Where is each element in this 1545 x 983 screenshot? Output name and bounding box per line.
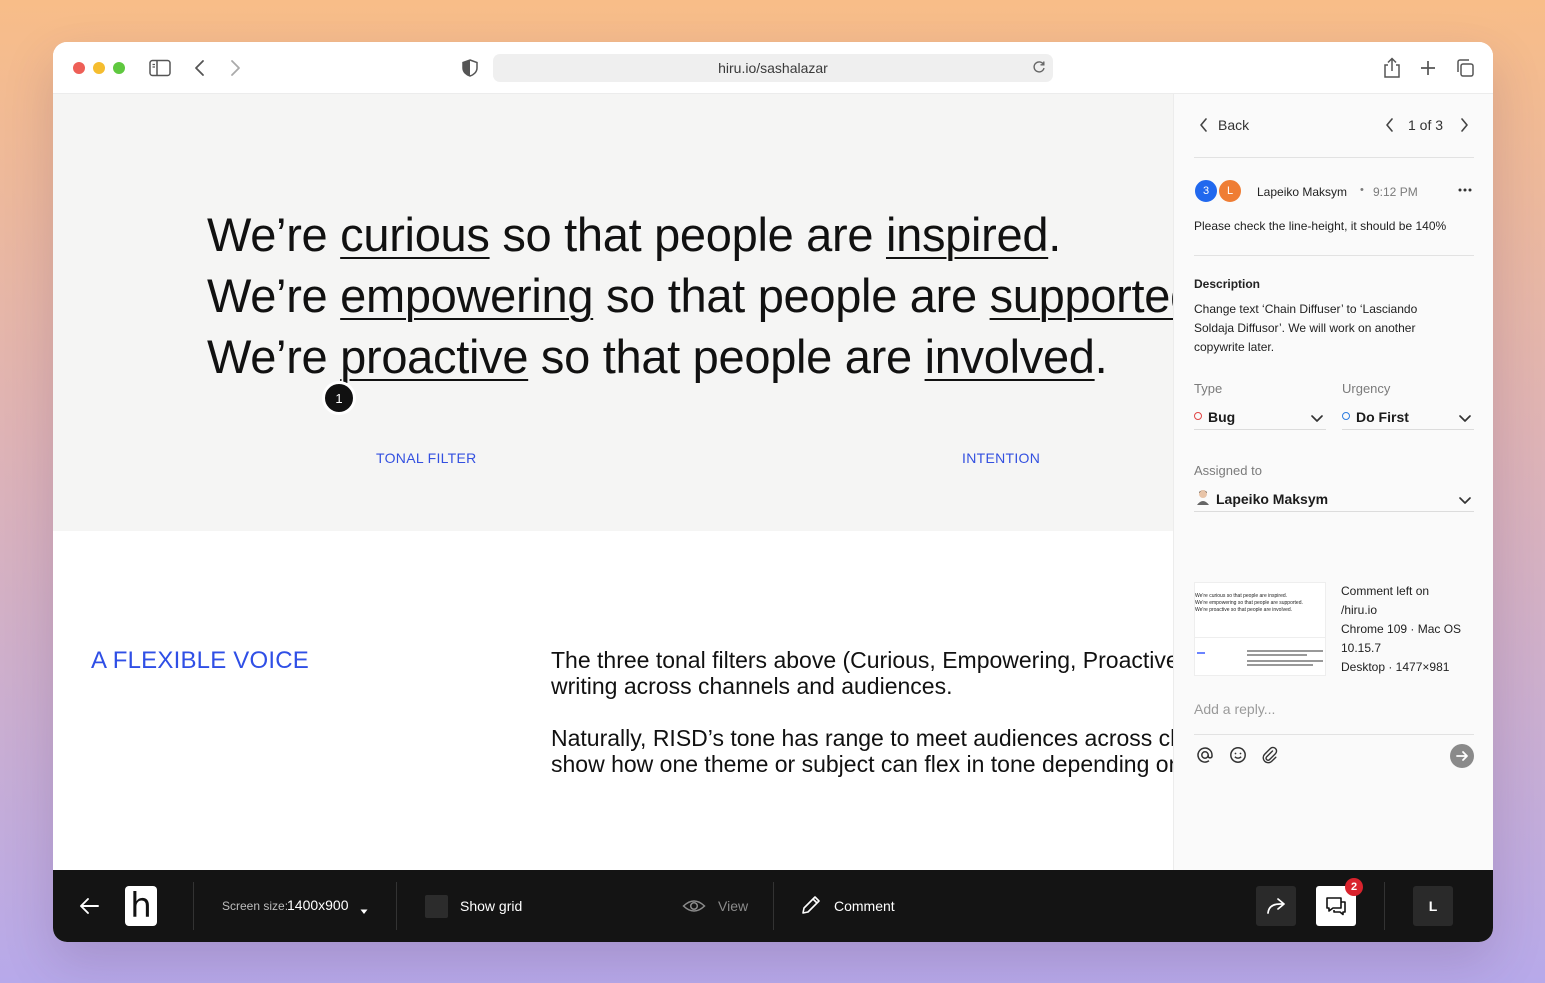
meta-bullet: •: [1360, 184, 1364, 196]
author-avatar: L: [1217, 178, 1243, 204]
close-window-button[interactable]: [73, 62, 85, 74]
type-select[interactable]: Bug: [1194, 402, 1326, 430]
comment-text: Please check the line-height, it should …: [1194, 219, 1447, 233]
comment-mode-label[interactable]: Comment: [834, 898, 895, 914]
back-icon[interactable]: [188, 56, 212, 80]
divider: [1194, 734, 1474, 735]
previous-comment-icon[interactable]: [1384, 117, 1396, 138]
thumbnail-text: We're curious so that people are inspire…: [1195, 593, 1303, 613]
meta-line: /hiru.io: [1341, 603, 1378, 617]
tonal-statements: We’re curious so that people are inspire…: [207, 204, 1173, 387]
statement-line: We’re empowering so that people are supp…: [207, 269, 1173, 322]
intention-label: INTENTION: [962, 450, 1041, 466]
reply-input[interactable]: Add a reply...: [1194, 701, 1275, 717]
meta-line: 10.15.7: [1341, 641, 1382, 655]
divider: [193, 882, 194, 930]
type-value: Bug: [1208, 409, 1236, 425]
divider: [1194, 255, 1474, 256]
paragraph-line: The three tonal filters above (Curious, …: [551, 647, 1173, 673]
assigned-label: Assigned to: [1194, 463, 1262, 478]
hero-section: We’re curious so that people are inspire…: [53, 94, 1173, 531]
zoom-window-button[interactable]: [113, 62, 125, 74]
description-line: Soldaja Diffusor’. We will work on anoth…: [1194, 321, 1416, 335]
bug-status-icon: [1194, 412, 1202, 420]
arrow-right-icon: [1456, 751, 1468, 761]
urgency-status-icon: [1342, 412, 1350, 420]
urgency-label: Urgency: [1342, 381, 1391, 396]
urgency-value: Do First: [1356, 409, 1409, 425]
divider: [1384, 882, 1385, 930]
attachment-icon[interactable]: [1261, 746, 1279, 769]
comment-author: Lapeiko Maksym: [1257, 185, 1348, 199]
forward-share-icon: [1267, 898, 1285, 914]
exit-arrow-icon[interactable]: [78, 895, 100, 922]
next-comment-icon[interactable]: [1458, 117, 1470, 138]
shield-icon[interactable]: [458, 56, 482, 80]
caret-down-icon[interactable]: [360, 902, 368, 920]
assignee-select[interactable]: Lapeiko Maksym: [1194, 484, 1474, 512]
assignee-avatar: [1196, 489, 1210, 510]
share-button[interactable]: [1256, 886, 1296, 926]
eye-icon[interactable]: [682, 896, 706, 921]
share-icon[interactable]: [1380, 56, 1404, 80]
tabs-overview-icon[interactable]: [1453, 56, 1477, 80]
paragraph-line: Naturally, RISD’s tone has range to meet…: [551, 725, 1173, 751]
comment-panel: Back 1 of 3 3 L Lapeiko Maksym • 9:12 PM…: [1173, 94, 1493, 870]
thumbnail-lower: [1195, 637, 1325, 675]
mention-icon[interactable]: [1196, 746, 1214, 769]
paragraph-line: writing across channels and audiences.: [551, 673, 953, 699]
description-line: copywrite later.: [1194, 340, 1275, 354]
paragraph-line: show how one theme or subject can flex i…: [551, 751, 1173, 777]
divider: [773, 882, 774, 930]
forward-icon[interactable]: [223, 56, 247, 80]
pencil-icon[interactable]: [800, 894, 822, 921]
emoji-icon[interactable]: [1229, 746, 1247, 769]
user-avatar-button[interactable]: L: [1413, 886, 1453, 926]
browser-toolbar: hiru.io/sashalazar: [53, 42, 1493, 94]
page-thumbnail[interactable]: We're curious so that people are inspire…: [1194, 582, 1326, 676]
chevron-down-icon: [1310, 411, 1324, 429]
section-title: A FLEXIBLE VOICE: [91, 647, 309, 674]
meta-line: Desktop · 1477×981: [1341, 660, 1450, 674]
more-options-icon[interactable]: [1457, 182, 1473, 203]
show-grid-label[interactable]: Show grid: [460, 898, 522, 914]
participants-count-avatar: 3: [1193, 178, 1219, 204]
send-reply-button[interactable]: [1450, 744, 1474, 768]
chevron-down-icon: [1458, 411, 1472, 429]
sidebar-toggle-icon[interactable]: [148, 56, 172, 80]
show-grid-checkbox[interactable]: [425, 895, 448, 918]
description-line: Change text ‘Chain Diffuser’ to ‘Lascian…: [1194, 302, 1418, 316]
flexible-voice-section: A FLEXIBLE VOICE The three tonal filters…: [53, 531, 1173, 870]
screen-size-value[interactable]: 1400x900: [287, 897, 349, 913]
urgency-select[interactable]: Do First: [1342, 402, 1474, 430]
app-logo[interactable]: h: [125, 886, 157, 926]
statement-line: We’re curious so that people are inspire…: [207, 208, 1061, 261]
back-link[interactable]: Back: [1218, 117, 1249, 133]
comment-pin[interactable]: 1: [322, 381, 356, 415]
browser-window: hiru.io/sashalazar We’re curious so that…: [53, 42, 1493, 942]
description-label: Description: [1194, 277, 1261, 291]
assignee-value: Lapeiko Maksym: [1216, 491, 1329, 507]
view-mode-label[interactable]: View: [718, 898, 748, 914]
comment-pager: 1 of 3: [1408, 117, 1444, 133]
statement-line: We’re proactive so that people are invol…: [207, 330, 1108, 383]
divider: [1194, 157, 1474, 158]
chevron-down-icon: [1458, 493, 1472, 511]
minimize-window-button[interactable]: [93, 62, 105, 74]
comment-time: 9:12 PM: [1373, 185, 1418, 199]
comments-count-badge: 2: [1345, 878, 1363, 896]
review-toolbar: h Screen size: 1400x900 Show grid View C…: [53, 870, 1493, 942]
new-tab-icon[interactable]: [1416, 56, 1440, 80]
reload-icon[interactable]: [1031, 59, 1047, 78]
url-text: hiru.io/sashalazar: [718, 60, 828, 76]
tonal-filter-label: TONAL FILTER: [376, 450, 477, 466]
address-bar[interactable]: hiru.io/sashalazar: [493, 54, 1053, 82]
divider: [396, 882, 397, 930]
screen-size-label: Screen size:: [222, 899, 289, 913]
back-chevron-icon[interactable]: [1198, 117, 1210, 138]
type-label: Type: [1194, 381, 1223, 396]
meta-line: Chrome 109 · Mac OS: [1341, 622, 1462, 636]
meta-line: Comment left on: [1341, 584, 1430, 598]
